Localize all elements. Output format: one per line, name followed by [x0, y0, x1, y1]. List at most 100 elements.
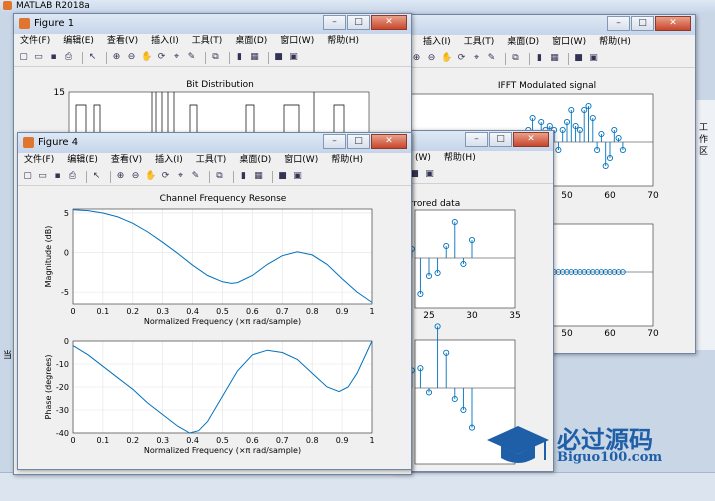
menu-window[interactable]: (W)	[415, 151, 431, 166]
colorbar-icon[interactable]: ▮	[234, 52, 245, 63]
menu-help[interactable]: 帮助(H)	[327, 34, 359, 49]
pointer-icon[interactable]: ↖	[87, 52, 98, 63]
legend-icon[interactable]: ▦	[253, 171, 264, 182]
menu-file[interactable]: 文件(F)	[24, 153, 54, 168]
zoom-in-icon[interactable]: ⊕	[411, 53, 422, 64]
figure-2-titlebar[interactable]: – □ ✕	[399, 15, 695, 35]
show-tools-icon[interactable]: ▣	[424, 169, 435, 180]
rotate-icon[interactable]: ⟳	[456, 53, 467, 64]
pointer-icon[interactable]: ↖	[91, 171, 102, 182]
matlab-left-tab[interactable]: 当	[3, 348, 13, 361]
menu-file[interactable]: 文件(F)	[20, 34, 50, 49]
x-axis-label: Normalized Frequency (×π rad/sample)	[144, 317, 301, 326]
menu-help[interactable]: 帮助(H)	[331, 153, 363, 168]
menu-view[interactable]: 查看(V)	[111, 153, 142, 168]
close-button[interactable]: ✕	[513, 132, 549, 147]
minimize-button[interactable]: –	[607, 16, 630, 31]
save-icon[interactable]: ▪	[48, 52, 59, 63]
errored-plot-title: rrored data	[410, 199, 460, 209]
figure-4-titlebar[interactable]: Figure 4 – □ ✕	[18, 133, 411, 153]
menu-window[interactable]: 窗口(W)	[552, 35, 586, 50]
brush-icon[interactable]: ✎	[186, 52, 197, 63]
menu-tools[interactable]: 工具(T)	[464, 35, 495, 50]
menu-desktop[interactable]: 桌面(D)	[235, 34, 267, 49]
close-button[interactable]: ✕	[371, 134, 407, 149]
menu-insert[interactable]: 插入(I)	[155, 153, 183, 168]
data-cursor-icon[interactable]: ⌖	[471, 53, 482, 64]
close-button[interactable]: ✕	[371, 15, 407, 30]
colorbar-icon[interactable]: ▮	[238, 171, 249, 182]
figure-1-titlebar[interactable]: Figure 1 – □ ✕	[14, 14, 411, 34]
menu-insert[interactable]: 插入(I)	[151, 34, 179, 49]
figure-3-titlebar[interactable]: – □ ✕	[393, 131, 553, 151]
legend-icon[interactable]: ▦	[549, 53, 560, 64]
zoom-out-icon[interactable]: ⊖	[426, 53, 437, 64]
open-icon[interactable]: ▭	[37, 171, 48, 182]
open-icon[interactable]: ▭	[33, 52, 44, 63]
show-tools-icon[interactable]: ▣	[288, 52, 299, 63]
menu-help[interactable]: 帮助(H)	[444, 151, 476, 166]
data-cursor-icon[interactable]: ⌖	[171, 52, 182, 63]
y-tick-label: -30	[56, 406, 69, 415]
show-tools-icon[interactable]: ▣	[588, 53, 599, 64]
toolbar-separator	[529, 52, 530, 65]
ifft-xtick: 70	[647, 191, 659, 201]
print-icon[interactable]: ⎙	[67, 171, 78, 182]
save-icon[interactable]: ▪	[52, 171, 63, 182]
minimize-button[interactable]: –	[465, 132, 488, 147]
close-button[interactable]: ✕	[655, 16, 691, 31]
menu-desktop[interactable]: 桌面(D)	[239, 153, 271, 168]
menu-insert[interactable]: 插入(I)	[423, 35, 451, 50]
brush-icon[interactable]: ✎	[486, 53, 497, 64]
maximize-button[interactable]: □	[347, 15, 370, 30]
menu-tools[interactable]: 工具(T)	[196, 153, 227, 168]
matlab-right-panel: 工作区	[693, 100, 715, 350]
data-cursor-icon[interactable]: ⌖	[175, 171, 186, 182]
zoom-in-icon[interactable]: ⊕	[115, 171, 126, 182]
pan-icon[interactable]: ✋	[141, 52, 152, 63]
rotate-icon[interactable]: ⟳	[156, 52, 167, 63]
pan-icon[interactable]: ✋	[441, 53, 452, 64]
new-figure-icon[interactable]: ▢	[18, 52, 29, 63]
new-figure-icon[interactable]: ▢	[22, 171, 33, 182]
maximize-button[interactable]: □	[347, 134, 370, 149]
link-icon[interactable]: ⧉	[210, 52, 221, 63]
colorbar-icon[interactable]: ▮	[534, 53, 545, 64]
maximize-button[interactable]: □	[631, 16, 654, 31]
pan-icon[interactable]: ✋	[145, 171, 156, 182]
menu-edit[interactable]: 编辑(E)	[63, 34, 94, 49]
link-icon[interactable]: ⧉	[214, 171, 225, 182]
link-icon[interactable]: ⧉	[510, 53, 521, 64]
x-tick-label: 0.1	[97, 436, 110, 445]
zoom-out-icon[interactable]: ⊖	[126, 52, 137, 63]
menu-help[interactable]: 帮助(H)	[599, 35, 631, 50]
rotate-icon[interactable]: ⟳	[160, 171, 171, 182]
x-tick-label: 0.6	[246, 307, 259, 316]
hide-tools-icon[interactable]: ■	[277, 171, 288, 182]
workspace-tab[interactable]: 工作区	[699, 122, 711, 158]
figure-4-window[interactable]: Figure 4 – □ ✕ 文件(F) 编辑(E) 查看(V) 插入(I) 工…	[17, 132, 412, 470]
menu-edit[interactable]: 编辑(E)	[67, 153, 98, 168]
hide-tools-icon[interactable]: ■	[273, 52, 284, 63]
minimize-button[interactable]: –	[323, 134, 346, 149]
legend-icon[interactable]: ▦	[249, 52, 260, 63]
menu-tools[interactable]: 工具(T)	[192, 34, 223, 49]
menu-view[interactable]: 查看(V)	[107, 34, 138, 49]
hide-tools-icon[interactable]: ■	[573, 53, 584, 64]
maximize-button[interactable]: □	[489, 132, 512, 147]
zoom-in-icon[interactable]: ⊕	[111, 52, 122, 63]
x-tick-label: 0.3	[156, 307, 169, 316]
print-icon[interactable]: ⎙	[63, 52, 74, 63]
x-tick-label: 0	[70, 307, 75, 316]
show-tools-icon[interactable]: ▣	[292, 171, 303, 182]
brush-icon[interactable]: ✎	[190, 171, 201, 182]
menu-window[interactable]: 窗口(W)	[280, 34, 314, 49]
matlab-statusbar	[0, 472, 715, 501]
y-tick-label: -40	[56, 429, 69, 438]
minimize-button[interactable]: –	[323, 15, 346, 30]
menu-window[interactable]: 窗口(W)	[284, 153, 318, 168]
y-tick-label: 0	[64, 337, 69, 346]
menu-desktop[interactable]: 桌面(D)	[507, 35, 539, 50]
toolbar-separator	[86, 170, 87, 183]
zoom-out-icon[interactable]: ⊖	[130, 171, 141, 182]
